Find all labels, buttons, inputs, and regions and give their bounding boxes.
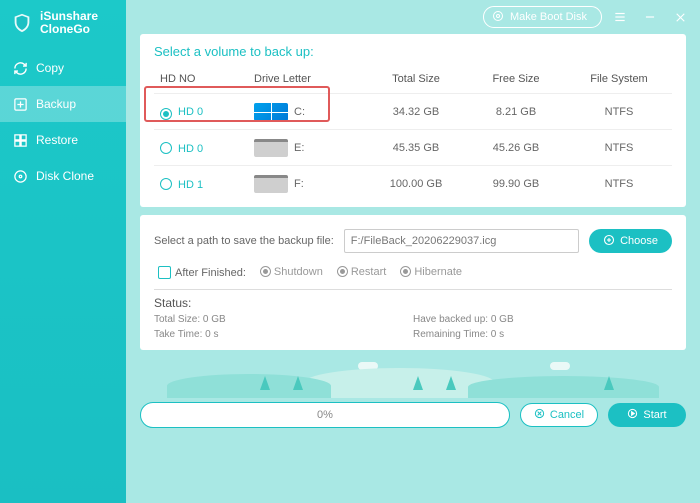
app-name-2: CloneGo xyxy=(40,23,98,36)
cell-letter: C: xyxy=(294,105,305,117)
after-option[interactable]: Shutdown xyxy=(260,264,323,278)
cell-hd: HD 0 xyxy=(178,143,203,155)
make-boot-disk-button[interactable]: Make Boot Disk xyxy=(483,6,602,28)
sidebar-item-backup[interactable]: Backup xyxy=(0,86,126,122)
radio-small-icon xyxy=(260,266,271,277)
sidebar-item-label: Copy xyxy=(36,61,64,75)
options-panel: Select a path to save the backup file: C… xyxy=(140,215,686,350)
start-label: Start xyxy=(643,409,666,421)
restore-icon xyxy=(12,132,28,148)
cancel-label: Cancel xyxy=(550,409,584,421)
cell-total: 45.35 GB xyxy=(366,142,466,154)
backup-icon xyxy=(12,96,28,112)
status-backed: Have backed up: 0 GB xyxy=(413,314,672,325)
choose-label: Choose xyxy=(620,235,658,247)
after-label: After Finished: xyxy=(175,267,246,279)
sidebar: iSunshare CloneGo Copy Backup Restore Di… xyxy=(0,0,126,503)
cell-letter: F: xyxy=(294,177,304,189)
cell-letter: E: xyxy=(294,141,304,153)
progress-bar: 0% xyxy=(140,402,510,428)
cancel-icon xyxy=(534,408,545,422)
after-checkbox[interactable] xyxy=(158,266,171,279)
cell-hd: HD 0 xyxy=(178,106,203,118)
decorative-scenery xyxy=(140,358,686,398)
choose-button[interactable]: Choose xyxy=(589,229,672,253)
drive-icon xyxy=(254,175,288,193)
volume-panel: Select a volume to back up: HD NO Drive … xyxy=(140,34,686,207)
cell-fs: NTFS xyxy=(566,106,672,118)
minimize-icon[interactable] xyxy=(638,5,662,29)
savepath-label: Select a path to save the backup file: xyxy=(154,235,334,247)
table-row[interactable]: HD 1 F: 100.00 GB 99.90 GB NTFS xyxy=(154,165,672,201)
th-free: Free Size xyxy=(466,73,566,85)
th-hdno: HD NO xyxy=(154,73,254,85)
cell-fs: NTFS xyxy=(566,142,672,154)
th-fs: File System xyxy=(566,73,672,85)
cell-free: 8.21 GB xyxy=(466,106,566,118)
windows-drive-icon xyxy=(254,103,288,121)
boot-label: Make Boot Disk xyxy=(510,11,587,23)
after-option[interactable]: Restart xyxy=(337,264,386,278)
sidebar-item-copy[interactable]: Copy xyxy=(0,50,126,86)
status-title: Status: xyxy=(154,296,672,310)
play-icon xyxy=(627,408,638,422)
refresh-icon xyxy=(12,60,28,76)
status-remain: Remaining Time: 0 s xyxy=(413,329,672,340)
cell-free: 99.90 GB xyxy=(466,178,566,190)
footer: 0% Cancel Start xyxy=(126,402,700,440)
cell-free: 45.26 GB xyxy=(466,142,566,154)
after-option[interactable]: Hibernate xyxy=(400,264,462,278)
radio-icon[interactable] xyxy=(160,142,172,154)
sidebar-item-restore[interactable]: Restore xyxy=(0,122,126,158)
sidebar-item-label: Restore xyxy=(36,133,78,147)
progress-text: 0% xyxy=(317,409,333,421)
cell-total: 34.32 GB xyxy=(366,106,466,118)
main: Make Boot Disk Select a volume to back u… xyxy=(126,0,700,503)
titlebar: Make Boot Disk xyxy=(126,0,700,34)
table-row[interactable]: HD 0 C: 34.32 GB 8.21 GB NTFS xyxy=(154,93,672,129)
plus-circle-icon xyxy=(603,234,615,249)
th-total: Total Size xyxy=(366,73,466,85)
drive-icon xyxy=(254,139,288,157)
cell-fs: NTFS xyxy=(566,178,672,190)
th-drive: Drive Letter xyxy=(254,73,366,85)
radio-icon[interactable] xyxy=(160,108,172,120)
shield-icon xyxy=(10,11,34,35)
cell-total: 100.00 GB xyxy=(366,178,466,190)
app-logo: iSunshare CloneGo xyxy=(0,0,126,50)
disc-icon xyxy=(492,10,504,25)
sidebar-item-diskclone[interactable]: Disk Clone xyxy=(0,158,126,194)
start-button[interactable]: Start xyxy=(608,403,686,427)
radio-icon[interactable] xyxy=(160,178,172,190)
radio-small-icon xyxy=(337,266,348,277)
radio-small-icon xyxy=(400,266,411,277)
table-row[interactable]: HD 0 E: 45.35 GB 45.26 GB NTFS xyxy=(154,129,672,165)
table-header: HD NO Drive Letter Total Size Free Size … xyxy=(154,69,672,93)
sidebar-item-label: Backup xyxy=(36,97,76,111)
savepath-input[interactable] xyxy=(344,229,579,253)
volume-panel-title: Select a volume to back up: xyxy=(154,44,672,59)
cancel-button[interactable]: Cancel xyxy=(520,403,598,427)
status-take: Take Time: 0 s xyxy=(154,329,413,340)
menu-icon[interactable] xyxy=(608,5,632,29)
sidebar-item-label: Disk Clone xyxy=(36,169,94,183)
nav: Copy Backup Restore Disk Clone xyxy=(0,50,126,194)
status-total: Total Size: 0 GB xyxy=(154,314,413,325)
cell-hd: HD 1 xyxy=(178,179,203,191)
close-icon[interactable] xyxy=(668,5,692,29)
disk-icon xyxy=(12,168,28,184)
